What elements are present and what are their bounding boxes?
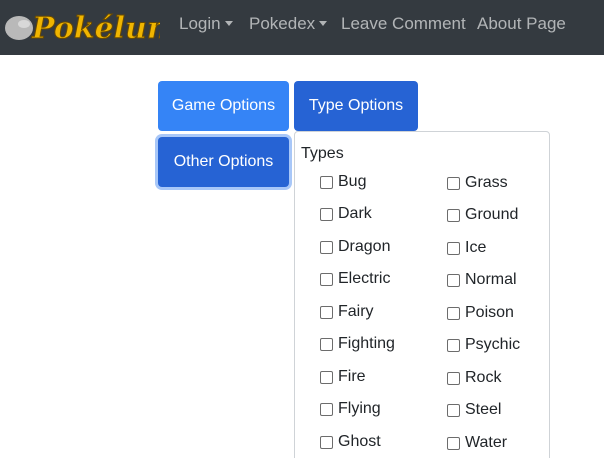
- checkbox[interactable]: [447, 176, 460, 190]
- checkbox[interactable]: [320, 272, 333, 286]
- type-option-grass[interactable]: Grass: [447, 174, 508, 192]
- type-option-ground[interactable]: Ground: [447, 206, 518, 224]
- checkbox[interactable]: [320, 337, 333, 351]
- nav-about-page[interactable]: About Page: [477, 13, 566, 35]
- nav-pokedex-label: Pokedex: [249, 14, 316, 33]
- type-label: Steel: [465, 401, 502, 418]
- nav-leave-comment[interactable]: Leave Comment: [341, 13, 466, 35]
- type-options-button[interactable]: Type Options: [294, 81, 418, 131]
- type-option-normal[interactable]: Normal: [447, 271, 517, 289]
- type-option-water[interactable]: Water: [447, 434, 507, 452]
- type-label: Grass: [465, 174, 508, 191]
- type-option-poison[interactable]: Poison: [447, 304, 514, 322]
- type-label: Flying: [338, 400, 381, 417]
- type-label: Ghost: [338, 433, 381, 450]
- types-dropdown-menu: Types Bug Dark Dragon Electric Fairy Fig…: [294, 131, 550, 458]
- type-label: Fire: [338, 368, 366, 385]
- checkbox[interactable]: [447, 403, 460, 417]
- type-label: Water: [465, 434, 508, 451]
- svg-text:Pokéluna: Pokéluna: [31, 11, 160, 46]
- checkbox[interactable]: [320, 435, 333, 449]
- type-label: Ice: [465, 239, 487, 256]
- type-label: Psychic: [465, 336, 521, 353]
- caret-down-icon: [319, 21, 328, 26]
- pokeluna-logo[interactable]: Pokéluna: [2, 4, 160, 48]
- navbar: Pokéluna Login Pokedex Leave Comment Abo…: [0, 0, 604, 55]
- checkbox[interactable]: [447, 306, 460, 320]
- type-label: Poison: [465, 304, 514, 321]
- checkbox[interactable]: [447, 338, 460, 352]
- type-option-psychic[interactable]: Psychic: [447, 336, 520, 354]
- checkbox[interactable]: [320, 207, 333, 221]
- type-option-fairy[interactable]: Fairy: [320, 303, 374, 321]
- type-label: Dragon: [338, 238, 391, 255]
- type-label: Bug: [338, 173, 367, 190]
- type-label: Normal: [465, 271, 517, 288]
- type-option-dragon[interactable]: Dragon: [320, 238, 390, 256]
- checkbox[interactable]: [447, 436, 460, 450]
- type-option-fire[interactable]: Fire: [320, 368, 366, 386]
- type-label: Electric: [338, 270, 391, 287]
- type-label: Ground: [465, 206, 519, 223]
- type-option-fighting[interactable]: Fighting: [320, 335, 395, 353]
- type-option-steel[interactable]: Steel: [447, 401, 501, 419]
- type-option-rock[interactable]: Rock: [447, 369, 501, 387]
- checkbox[interactable]: [447, 241, 460, 255]
- checkbox[interactable]: [447, 371, 460, 385]
- type-label: Dark: [338, 205, 372, 222]
- type-option-ice[interactable]: Ice: [447, 239, 486, 257]
- nav-pokedex-dropdown[interactable]: Pokedex: [249, 13, 328, 35]
- types-header: Types: [301, 145, 344, 162]
- type-option-flying[interactable]: Flying: [320, 400, 381, 418]
- type-option-bug[interactable]: Bug: [320, 173, 366, 191]
- checkbox[interactable]: [320, 370, 333, 384]
- caret-down-icon: [224, 21, 233, 26]
- nav-login-label: Login: [179, 14, 221, 33]
- type-label: Rock: [465, 369, 502, 386]
- game-options-button[interactable]: Game Options: [158, 81, 289, 131]
- checkbox[interactable]: [320, 175, 333, 189]
- type-option-dark[interactable]: Dark: [320, 205, 372, 223]
- type-label: Fairy: [338, 303, 374, 320]
- checkbox[interactable]: [320, 402, 333, 416]
- checkbox[interactable]: [320, 305, 333, 319]
- checkbox[interactable]: [447, 208, 460, 222]
- type-label: Fighting: [338, 335, 395, 352]
- nav-login-dropdown[interactable]: Login: [179, 13, 233, 35]
- other-options-button[interactable]: Other Options: [158, 137, 289, 187]
- checkbox[interactable]: [447, 273, 460, 287]
- checkbox[interactable]: [320, 240, 333, 254]
- type-option-ghost[interactable]: Ghost: [320, 433, 381, 451]
- type-option-electric[interactable]: Electric: [320, 270, 390, 288]
